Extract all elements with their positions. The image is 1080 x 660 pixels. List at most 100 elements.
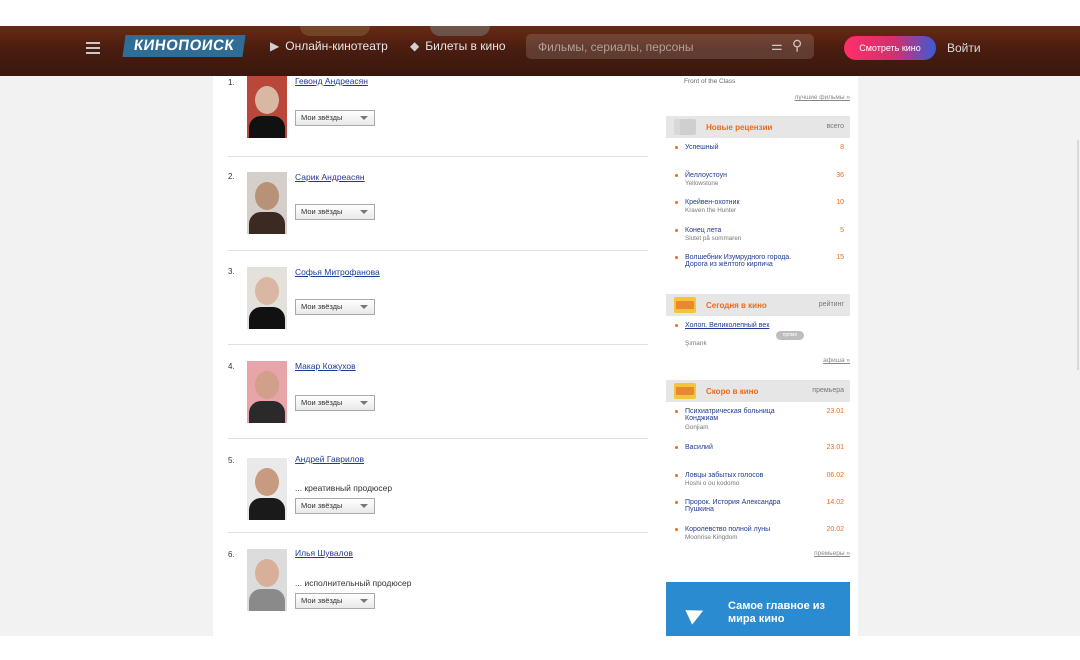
afisha-link[interactable]: афиша »	[823, 357, 850, 364]
person-name-link[interactable]: Гевонд Андреасян	[295, 76, 368, 86]
best-films-link[interactable]: лучшие фильмы »	[795, 94, 850, 101]
my-stars-dropdown[interactable]: Мои звёзды	[295, 593, 375, 609]
review-count: 5	[840, 227, 844, 234]
search-icon[interactable]: ⚲	[792, 37, 802, 54]
popcorn-icon	[674, 383, 696, 399]
soon-subtitle: Gonjiam	[685, 424, 709, 431]
item-number: 1.	[228, 78, 235, 87]
nav-online-cinema-label: Онлайн-кинотеатр	[285, 39, 388, 53]
person-photo[interactable]	[247, 76, 287, 138]
person-photo[interactable]	[247, 267, 287, 329]
person-photo[interactable]	[247, 549, 287, 611]
person-photo[interactable]	[247, 172, 287, 234]
person-name-link[interactable]: Сарик Андреасян	[295, 172, 365, 182]
dropdown-label: Мои звёзды	[301, 302, 343, 311]
soon-subtitle: Hoshi o ou kodomo	[685, 480, 740, 487]
telegram-banner[interactable]: Самое главное из мира кино	[666, 582, 850, 636]
chevron-down-icon	[360, 599, 368, 603]
person-name-link[interactable]: Илья Шувалов	[295, 548, 353, 558]
soon-date: 06.02	[826, 472, 844, 479]
chevron-down-icon	[360, 305, 368, 309]
person-name-link[interactable]: Макар Кожухов	[295, 361, 356, 371]
review-title[interactable]: Крейвен-охотник	[685, 199, 815, 206]
list-item: 1. Гевонд Андреасян Мои звёзды	[213, 76, 666, 168]
ticket-icon: ◆	[410, 39, 420, 53]
soon-date: 23.01	[826, 408, 844, 415]
filter-icon[interactable]: ⚌	[771, 38, 783, 54]
reviews-sort-label[interactable]: всего	[827, 123, 844, 130]
person-name-link[interactable]: Софья Митрофанова	[295, 267, 380, 277]
watch-button[interactable]: Смотреть кино	[844, 36, 936, 60]
my-stars-dropdown[interactable]: Мои звёзды	[295, 299, 375, 315]
review-subtitle: Yellowstone	[685, 180, 719, 187]
item-number: 5.	[228, 456, 235, 465]
today-title-link[interactable]: Холоп. Великолепный век	[685, 322, 775, 329]
top-margin	[0, 0, 1080, 26]
list-item: 5. Андрей Гаврилов ... креативный продюс…	[213, 452, 666, 548]
top-film-item[interactable]: Front of the Class	[684, 78, 735, 85]
person-photo[interactable]	[247, 458, 287, 520]
telegram-icon	[685, 603, 707, 625]
soon-title: Скоро в кино	[706, 387, 759, 396]
person-photo[interactable]	[247, 361, 287, 423]
menu-icon[interactable]	[86, 42, 100, 54]
dropdown-label: Мои звёзды	[301, 113, 343, 122]
review-subtitle: Slutet på sommaren	[685, 235, 742, 242]
review-count: 36	[836, 172, 844, 179]
soon-subtitle: Moonrise Kingdom	[685, 534, 738, 541]
sidebar: Front of the Class лучшие фильмы » Новые…	[666, 76, 850, 636]
person-role: ... креативный продюсер	[295, 483, 393, 493]
soon-title-link[interactable]: Королевство полной луны	[685, 526, 815, 533]
review-title[interactable]: Конец лета	[685, 227, 815, 234]
page: КИНОПОИСК ▶ Онлайн-кинотеатр ◆ Билеты в …	[0, 0, 1080, 660]
telegram-text: Самое главное из мира кино	[728, 600, 826, 625]
review-subtitle: Kraven the Hunter	[685, 207, 737, 214]
login-link[interactable]: Войти	[947, 41, 981, 55]
dropdown-label: Мои звёзды	[301, 501, 343, 510]
my-stars-dropdown[interactable]: Мои звёзды	[295, 204, 375, 220]
divider	[228, 532, 648, 533]
today-title: Сегодня в кино	[706, 301, 767, 310]
premieres-link[interactable]: премьеры »	[814, 550, 850, 557]
my-stars-dropdown[interactable]: Мои звёзды	[295, 498, 375, 514]
my-stars-dropdown[interactable]: Мои звёзды	[295, 110, 375, 126]
soon-title-link[interactable]: Психиатрическая больница Конджиам	[685, 408, 795, 422]
today-header: Сегодня в кино рейтинг	[666, 294, 850, 316]
review-title[interactable]: Успешный	[685, 144, 815, 151]
review-title[interactable]: Волшебник Изумрудного города. Дорога из …	[685, 254, 815, 268]
soon-date: 14.02	[826, 499, 844, 506]
scrollbar[interactable]	[1077, 140, 1079, 370]
reviews-title: Новые рецензии	[706, 123, 773, 132]
soon-sort-label[interactable]: премьера	[812, 387, 844, 394]
logo[interactable]: КИНОПОИСК	[122, 35, 246, 57]
soon-date: 20.02	[826, 526, 844, 533]
review-title[interactable]: Йеллоустоун	[685, 172, 815, 179]
nav-tickets-label: Билеты в кино	[425, 39, 506, 53]
person-name-link[interactable]: Андрей Гаврилов	[295, 454, 364, 464]
megaphone-icon	[674, 119, 696, 135]
right-background	[858, 76, 1080, 636]
site-header: КИНОПОИСК ▶ Онлайн-кинотеатр ◆ Билеты в …	[0, 26, 1080, 76]
nav-tickets[interactable]: ◆ Билеты в кино	[410, 39, 506, 53]
divider	[228, 250, 648, 251]
promo-badge: промо	[776, 331, 804, 340]
chevron-down-icon	[360, 504, 368, 508]
dropdown-label: Мои звёзды	[301, 207, 343, 216]
list-item: 6. Илья Шувалов ... исполнительный продю…	[213, 547, 666, 636]
left-background	[0, 76, 213, 636]
soon-header: Скоро в кино премьера	[666, 380, 850, 402]
person-role: ... исполнительный продюсер	[295, 578, 412, 588]
chevron-down-icon	[360, 401, 368, 405]
soon-title-link[interactable]: Василий	[685, 444, 815, 451]
item-number: 4.	[228, 362, 235, 371]
today-sort-label[interactable]: рейтинг	[819, 301, 844, 308]
soon-title-link[interactable]: Ловцы забытых голосов	[685, 472, 815, 479]
chevron-down-icon	[360, 116, 368, 120]
review-count: 10	[836, 199, 844, 206]
chevron-down-icon	[360, 210, 368, 214]
divider	[228, 156, 648, 157]
soon-title-link[interactable]: Пророк. История Александра Пушкина	[685, 499, 805, 513]
search-input[interactable]: Фильмы, сериалы, персоны ⚌ ⚲	[526, 34, 814, 59]
nav-online-cinema[interactable]: ▶ Онлайн-кинотеатр	[270, 39, 388, 53]
my-stars-dropdown[interactable]: Мои звёзды	[295, 395, 375, 411]
